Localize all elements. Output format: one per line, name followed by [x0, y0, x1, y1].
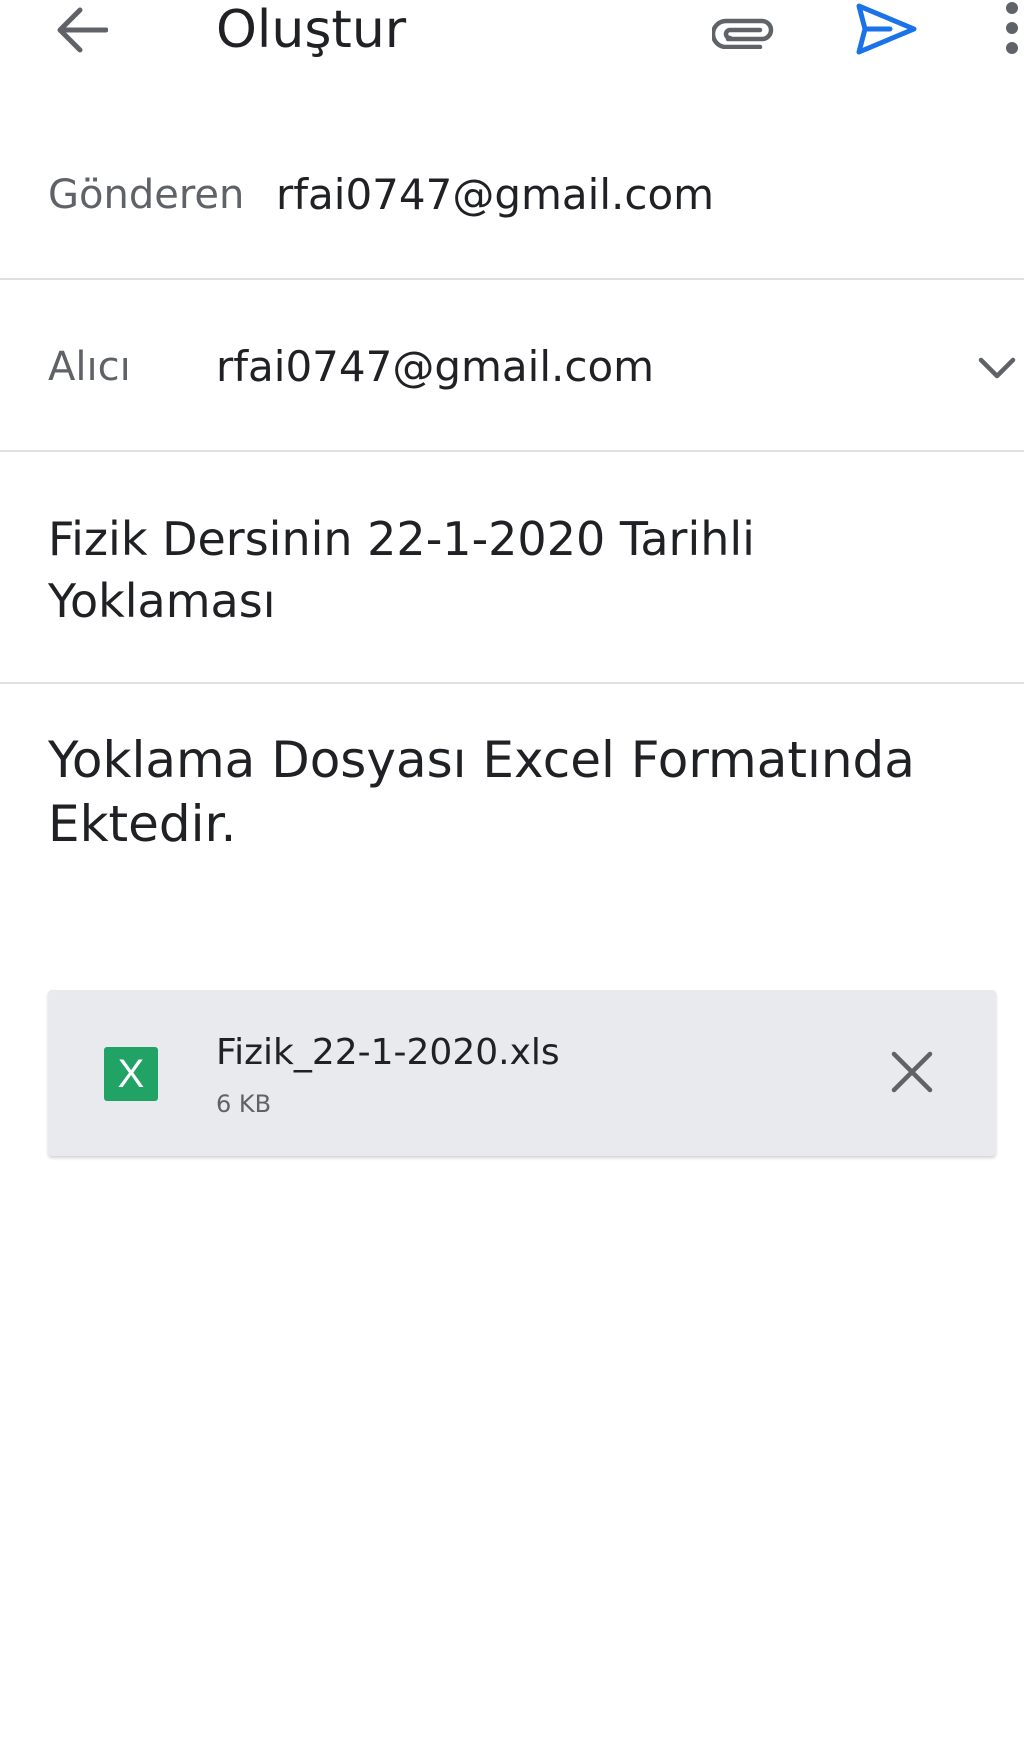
subject-field[interactable]: Fizik Dersinin 22-1-2020 Tarihli Yoklama… [0, 452, 1024, 684]
body-line-1: Yoklama Dosyası Excel Formatında [48, 731, 915, 789]
recipient-chip[interactable]: rfai0747@gmail.com [216, 342, 654, 391]
more-vert-icon-dot [1006, 22, 1018, 34]
subject-text[interactable]: Fizik Dersinin 22-1-2020 Tarihli Yoklama… [48, 508, 948, 632]
subject-line-1: Fizik Dersinin 22-1-2020 Tarihli [48, 512, 755, 566]
arrow-back-icon [57, 7, 108, 53]
close-icon [891, 1051, 933, 1093]
remove-attachment-button[interactable] [884, 1044, 940, 1100]
paperclip-icon [712, 18, 774, 49]
expand-recipients-button[interactable] [974, 350, 1020, 386]
page-title: Oluştur [216, 0, 407, 60]
more-vert-icon-dot [1006, 42, 1018, 54]
send-icon [856, 3, 917, 55]
to-field[interactable]: Alıcı rfai0747@gmail.com [0, 280, 1024, 452]
back-button[interactable] [52, 0, 112, 60]
more-options-button[interactable] [994, 0, 1024, 58]
more-vert-icon [1006, 2, 1018, 14]
attachment-file-size: 6 KB [216, 1090, 272, 1118]
subject-line-2: Yoklaması [48, 574, 276, 628]
to-label: Alıcı [48, 344, 131, 390]
excel-file-icon: X [104, 1047, 158, 1101]
message-body[interactable]: Yoklama Dosyası Excel Formatında Ektedir… [48, 728, 978, 856]
body-line-2: Ektedir. [48, 795, 237, 853]
from-label: Gönderen [48, 172, 245, 218]
compose-toolbar: Oluştur [0, 0, 1024, 80]
attach-button[interactable] [710, 2, 778, 56]
from-value[interactable]: rfai0747@gmail.com [276, 170, 714, 219]
chevron-down-icon [978, 357, 1016, 379]
attachment-file-name: Fizik_22-1-2020.xls [216, 1032, 560, 1073]
from-field[interactable]: Gönderen rfai0747@gmail.com [0, 120, 1024, 280]
send-button[interactable] [852, 0, 920, 58]
attachment-card[interactable]: X Fizik_22-1-2020.xls 6 KB [48, 990, 996, 1156]
